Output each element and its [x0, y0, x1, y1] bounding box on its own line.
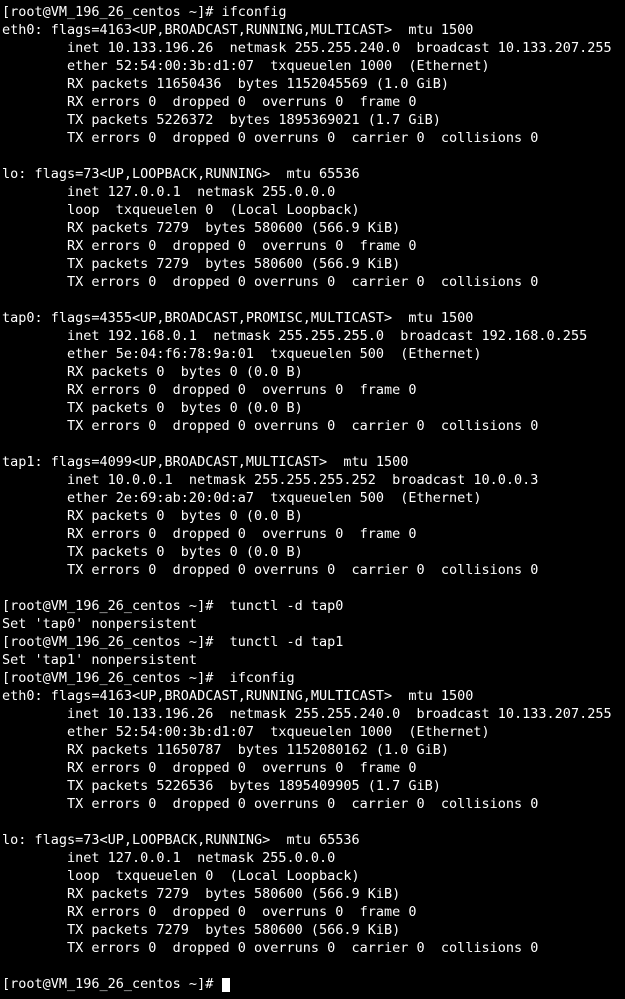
- terminal-line: TX errors 0 dropped 0 overruns 0 carrier…: [2, 562, 539, 578]
- terminal-line: RX packets 7279 bytes 580600 (566.9 KiB): [2, 220, 401, 236]
- terminal-line: RX packets 11650436 bytes 1152045569 (1.…: [2, 76, 450, 92]
- terminal-line: RX errors 0 dropped 0 overruns 0 frame 0: [2, 382, 417, 398]
- prompt-text: [root@VM_196_26_centos ~]#: [2, 976, 222, 992]
- terminal-line: inet 192.168.0.1 netmask 255.255.255.0 b…: [2, 328, 588, 344]
- terminal-line: TX packets 5226536 bytes 1895409905 (1.7…: [2, 778, 441, 794]
- terminal-line: [root@VM_196_26_centos ~]# ifconfig: [2, 670, 295, 686]
- terminal-line: TX errors 0 dropped 0 overruns 0 carrier…: [2, 274, 539, 290]
- terminal-line: ether 2e:69:ab:20:0d:a7 txqueuelen 500 (…: [2, 490, 482, 506]
- terminal-line: RX errors 0 dropped 0 overruns 0 frame 0: [2, 526, 417, 542]
- terminal-line: [root@VM_196_26_centos ~]# tunctl -d tap…: [2, 598, 344, 614]
- terminal-line: inet 127.0.0.1 netmask 255.0.0.0: [2, 184, 336, 200]
- terminal-line: TX packets 0 bytes 0 (0.0 B): [2, 544, 303, 560]
- terminal-line: TX errors 0 dropped 0 overruns 0 carrier…: [2, 418, 539, 434]
- terminal-line: Set 'tap0' nonpersistent: [2, 616, 198, 632]
- terminal-line: TX packets 5226372 bytes 1895369021 (1.7…: [2, 112, 441, 128]
- terminal-line: RX errors 0 dropped 0 overruns 0 frame 0: [2, 238, 417, 254]
- terminal-line: RX errors 0 dropped 0 overruns 0 frame 0: [2, 760, 417, 776]
- terminal-line: RX packets 0 bytes 0 (0.0 B): [2, 508, 303, 524]
- terminal-window[interactable]: [root@VM_196_26_centos ~]# ifconfig eth0:…: [0, 0, 625, 999]
- terminal-line: [root@VM_196_26_centos ~]# tunctl -d tap…: [2, 634, 344, 650]
- terminal-line: TX packets 7279 bytes 580600 (566.9 KiB): [2, 256, 401, 272]
- terminal-line: RX packets 7279 bytes 580600 (566.9 KiB): [2, 886, 401, 902]
- terminal-line: inet 10.133.196.26 netmask 255.255.240.0…: [2, 40, 612, 56]
- terminal-line: TX packets 0 bytes 0 (0.0 B): [2, 400, 303, 416]
- terminal-active-prompt-line: [root@VM_196_26_centos ~]#: [2, 975, 625, 993]
- terminal-line: lo: flags=73<UP,LOOPBACK,RUNNING> mtu 65…: [2, 832, 360, 848]
- terminal-line: TX errors 0 dropped 0 overruns 0 carrier…: [2, 940, 539, 956]
- terminal-line: loop txqueuelen 0 (Local Loopback): [2, 868, 360, 884]
- terminal-line: RX packets 11650787 bytes 1152080162 (1.…: [2, 742, 450, 758]
- terminal-line: TX errors 0 dropped 0 overruns 0 carrier…: [2, 130, 539, 146]
- terminal-line: inet 127.0.0.1 netmask 255.0.0.0: [2, 850, 336, 866]
- terminal-line: inet 10.133.196.26 netmask 255.255.240.0…: [2, 706, 612, 722]
- terminal-line: RX errors 0 dropped 0 overruns 0 frame 0: [2, 904, 417, 920]
- terminal-line: eth0: flags=4163<UP,BROADCAST,RUNNING,MU…: [2, 688, 474, 704]
- terminal-line: ether 52:54:00:3b:d1:07 txqueuelen 1000 …: [2, 58, 490, 74]
- terminal-output: [root@VM_196_26_centos ~]# ifconfig eth0:…: [2, 3, 625, 975]
- terminal-line: TX packets 7279 bytes 580600 (566.9 KiB): [2, 922, 401, 938]
- terminal-line: lo: flags=73<UP,LOOPBACK,RUNNING> mtu 65…: [2, 166, 360, 182]
- terminal-line: RX packets 0 bytes 0 (0.0 B): [2, 364, 303, 380]
- terminal-line: RX errors 0 dropped 0 overruns 0 frame 0: [2, 94, 417, 110]
- terminal-line: inet 10.0.0.1 netmask 255.255.255.252 br…: [2, 472, 539, 488]
- terminal-line: Set 'tap1' nonpersistent: [2, 652, 198, 668]
- terminal-line: ether 52:54:00:3b:d1:07 txqueuelen 1000 …: [2, 724, 490, 740]
- terminal-line: loop txqueuelen 0 (Local Loopback): [2, 202, 360, 218]
- text-cursor: [222, 978, 231, 992]
- terminal-line: TX errors 0 dropped 0 overruns 0 carrier…: [2, 796, 539, 812]
- terminal-line: [root@VM_196_26_centos ~]# ifconfig: [2, 4, 287, 20]
- terminal-line: tap0: flags=4355<UP,BROADCAST,PROMISC,MU…: [2, 310, 474, 326]
- terminal-line: ether 5e:04:f6:78:9a:01 txqueuelen 500 (…: [2, 346, 482, 362]
- terminal-line: eth0: flags=4163<UP,BROADCAST,RUNNING,MU…: [2, 22, 474, 38]
- terminal-line: tap1: flags=4099<UP,BROADCAST,MULTICAST>…: [2, 454, 409, 470]
